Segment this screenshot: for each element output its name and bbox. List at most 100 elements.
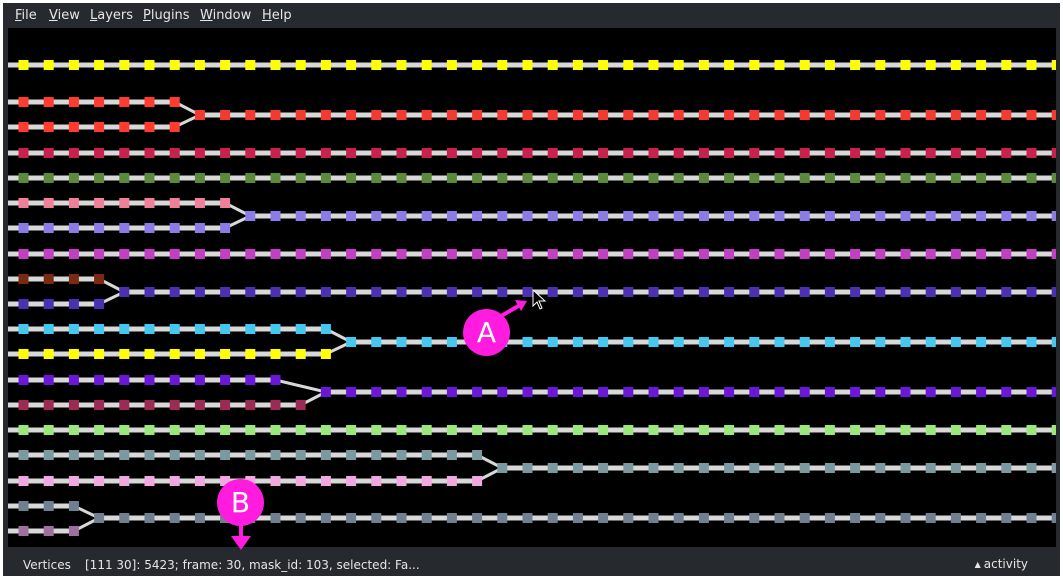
track-node[interactable] <box>68 223 79 233</box>
track-node[interactable] <box>522 463 533 473</box>
track-node[interactable] <box>598 287 609 297</box>
track-node[interactable] <box>749 110 760 120</box>
track-node[interactable] <box>572 425 583 435</box>
track-node[interactable] <box>18 299 29 309</box>
track-node[interactable] <box>976 211 987 221</box>
track-node[interactable] <box>245 211 256 221</box>
track-node[interactable] <box>724 173 735 183</box>
track-node[interactable] <box>169 60 180 70</box>
track-node[interactable] <box>673 148 684 158</box>
track-node[interactable] <box>68 198 79 208</box>
track-node[interactable] <box>371 110 382 120</box>
track-node[interactable] <box>320 324 331 334</box>
track-node[interactable] <box>421 287 432 297</box>
track-node[interactable] <box>18 425 29 435</box>
track-node[interactable] <box>950 110 961 120</box>
track-node[interactable] <box>547 513 558 523</box>
track-node[interactable] <box>598 148 609 158</box>
track-node[interactable] <box>1026 287 1037 297</box>
track-node[interactable] <box>698 211 709 221</box>
track-node[interactable] <box>724 249 735 259</box>
track-node[interactable] <box>18 223 29 233</box>
track-node[interactable] <box>875 287 886 297</box>
track-node[interactable] <box>371 450 382 460</box>
track-node[interactable] <box>446 173 457 183</box>
track-node[interactable] <box>799 148 810 158</box>
track-node[interactable] <box>497 425 508 435</box>
track-node[interactable] <box>749 337 760 347</box>
track-node[interactable] <box>673 211 684 221</box>
track-node[interactable] <box>245 249 256 259</box>
track-node[interactable] <box>673 249 684 259</box>
track-node[interactable] <box>799 337 810 347</box>
track-node[interactable] <box>220 223 231 233</box>
track-node[interactable] <box>850 513 861 523</box>
track-node[interactable] <box>68 148 79 158</box>
track-node[interactable] <box>925 463 936 473</box>
track-node[interactable] <box>144 287 155 297</box>
track-node[interactable] <box>94 324 105 334</box>
track-node[interactable] <box>68 526 79 536</box>
track-node[interactable] <box>396 211 407 221</box>
track-node[interactable] <box>446 425 457 435</box>
track-node[interactable] <box>623 387 634 397</box>
track-node[interactable] <box>598 249 609 259</box>
track-node[interactable] <box>220 173 231 183</box>
track-node[interactable] <box>421 513 432 523</box>
track-node[interactable] <box>396 513 407 523</box>
track-node[interactable] <box>472 249 483 259</box>
track-node[interactable] <box>774 60 785 70</box>
track-node[interactable] <box>245 324 256 334</box>
track-node[interactable] <box>220 450 231 460</box>
track-node[interactable] <box>1026 513 1037 523</box>
track-node[interactable] <box>68 122 79 132</box>
track-node[interactable] <box>749 60 760 70</box>
track-node[interactable] <box>396 249 407 259</box>
track-node[interactable] <box>18 148 29 158</box>
track-node[interactable] <box>245 425 256 435</box>
track-node[interactable] <box>824 513 835 523</box>
track-node[interactable] <box>194 287 205 297</box>
track-node[interactable] <box>598 60 609 70</box>
track-node[interactable] <box>18 476 29 486</box>
track-node[interactable] <box>94 400 105 410</box>
track-node[interactable] <box>194 198 205 208</box>
track-node[interactable] <box>976 148 987 158</box>
track-node[interactable] <box>824 110 835 120</box>
track-node[interactable] <box>572 173 583 183</box>
track-node[interactable] <box>94 122 105 132</box>
track-node[interactable] <box>698 463 709 473</box>
track-node[interactable] <box>1001 110 1012 120</box>
track-node[interactable] <box>18 450 29 460</box>
track-node[interactable] <box>623 249 634 259</box>
track-node[interactable] <box>1051 249 1056 259</box>
track-node[interactable] <box>698 60 709 70</box>
track-node[interactable] <box>472 450 483 460</box>
track-node[interactable] <box>925 287 936 297</box>
track-node[interactable] <box>774 513 785 523</box>
track-node[interactable] <box>94 198 105 208</box>
track-node[interactable] <box>1026 148 1037 158</box>
menu-window[interactable]: Window <box>200 8 251 23</box>
track-node[interactable] <box>724 387 735 397</box>
track-node[interactable] <box>598 211 609 221</box>
track-node[interactable] <box>295 450 306 460</box>
track-node[interactable] <box>623 60 634 70</box>
track-node[interactable] <box>320 425 331 435</box>
track-node[interactable] <box>295 324 306 334</box>
track-node[interactable] <box>194 349 205 359</box>
track-node[interactable] <box>396 425 407 435</box>
track-node[interactable] <box>68 60 79 70</box>
track-node[interactable] <box>572 463 583 473</box>
track-node[interactable] <box>698 173 709 183</box>
track-node[interactable] <box>194 148 205 158</box>
track-node[interactable] <box>169 349 180 359</box>
track-node[interactable] <box>925 425 936 435</box>
track-node[interactable] <box>900 211 911 221</box>
track-node[interactable] <box>119 148 130 158</box>
track-node[interactable] <box>1051 287 1056 297</box>
track-node[interactable] <box>925 211 936 221</box>
track-node[interactable] <box>673 425 684 435</box>
track-node[interactable] <box>446 110 457 120</box>
track-node[interactable] <box>950 249 961 259</box>
